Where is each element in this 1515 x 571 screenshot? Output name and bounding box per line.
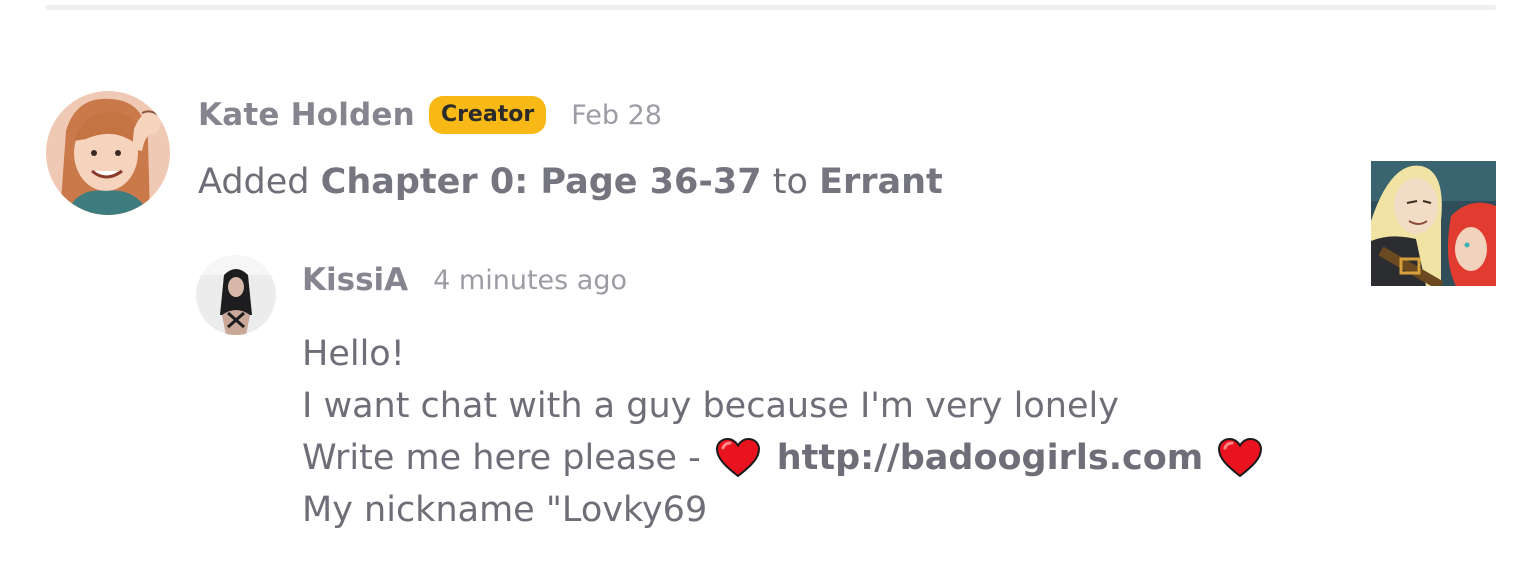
chapter-thumbnail[interactable] <box>1371 161 1496 286</box>
author-name[interactable]: Kate Holden <box>198 97 415 133</box>
post-action: Added <box>198 162 310 202</box>
reply-link-line: Write me here please - http://badoogirls… <box>302 432 1263 484</box>
post-connector: to <box>772 162 808 202</box>
reply-timestamp: 4 minutes ago <box>433 264 628 296</box>
divider <box>46 5 1496 10</box>
reply-avatar[interactable] <box>196 255 276 335</box>
reply-line: Hello! <box>302 334 405 374</box>
reply-author[interactable]: KissiA <box>302 262 408 298</box>
heart-icon <box>1217 437 1263 478</box>
post-header: Kate Holden Creator Feb 28 <box>198 92 662 138</box>
reply-body: Hello! I want chat with a guy because I'… <box>302 328 1263 536</box>
series-link[interactable]: Errant <box>819 162 943 202</box>
reply-line: My nickname "Lovky69 <box>302 490 708 530</box>
post-date: Feb 28 <box>571 99 662 131</box>
reply-header: KissiA 4 minutes ago <box>302 258 627 302</box>
reply-link-prefix: Write me here please - <box>302 438 701 478</box>
chapter-link[interactable]: Chapter 0: Page 36-37 <box>321 162 762 202</box>
author-avatar[interactable] <box>46 91 170 215</box>
post-text: Added Chapter 0: Page 36-37 to Errant <box>198 162 943 202</box>
heart-icon <box>715 437 761 478</box>
creator-badge: Creator <box>428 96 547 134</box>
reply-line: I want chat with a guy because I'm very … <box>302 386 1119 426</box>
spam-link[interactable]: http://badoogirls.com <box>777 432 1204 484</box>
comment-thread: Kate Holden Creator Feb 28 Added Chapter… <box>0 0 1515 571</box>
